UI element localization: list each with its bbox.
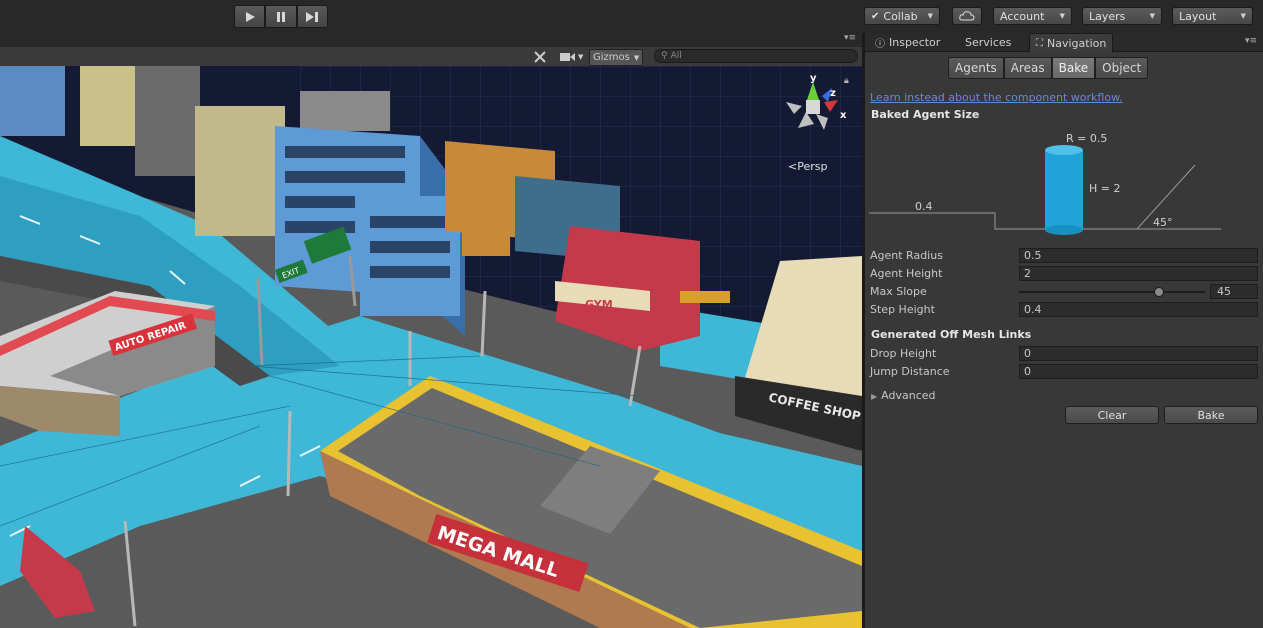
bake-button[interactable]: Bake xyxy=(1164,406,1258,424)
step-height-row: Step Height 0.4 xyxy=(870,302,1258,318)
baked-agent-size-heading: Baked Agent Size xyxy=(871,108,980,121)
agent-height-label: Agent Height xyxy=(870,267,943,280)
collab-label: Collab xyxy=(883,9,918,23)
persp-icon: < xyxy=(788,160,798,173)
agent-size-diagram: R = 0.5 H = 2 0.4 45° xyxy=(869,132,1221,235)
agent-radius-label: Agent Radius xyxy=(870,249,943,262)
panel-menu-icon[interactable]: ▾≡ xyxy=(844,33,856,43)
jump-distance-field[interactable]: 0 xyxy=(1019,364,1258,379)
axis-x-label: x xyxy=(840,110,847,121)
agent-height-field[interactable]: 2 xyxy=(1019,266,1258,281)
segment-agents[interactable]: Agents xyxy=(948,57,1004,79)
check-icon: ✔ xyxy=(871,10,880,22)
camera-icon[interactable] xyxy=(559,49,577,64)
segment-bake-label: Bake xyxy=(1058,61,1089,75)
chevron-down-icon: ▼ xyxy=(633,53,640,62)
max-slope-label: Max Slope xyxy=(870,285,927,298)
panel-menu-icon[interactable]: ▾≡ xyxy=(1245,36,1257,46)
height-label: H = 2 xyxy=(1089,182,1120,195)
chevron-down-icon: ▼ xyxy=(1149,12,1155,20)
tab-navigation-label: Navigation xyxy=(1047,36,1107,50)
scene-toolbar: ▼ Gizmos ▼ ⚲ All xyxy=(0,47,862,67)
chevron-right-icon: ▶ xyxy=(871,392,878,401)
tab-inspector[interactable]: ⓘ Inspector xyxy=(869,33,946,51)
step-label: 0.4 xyxy=(915,200,933,213)
persp-label: Persp xyxy=(797,160,828,173)
segment-areas-label: Areas xyxy=(1010,61,1045,75)
agent-radius-field[interactable]: 0.5 xyxy=(1019,248,1258,263)
offmesh-links-heading: Generated Off Mesh Links xyxy=(871,328,1032,341)
search-placeholder: All xyxy=(670,51,682,61)
scene-viewport[interactable]: GYM COFFEE SHOP AUTO REPAIR EXIT MEGA MA… xyxy=(0,66,862,628)
persp-toggle[interactable]: <Persp xyxy=(788,160,827,173)
chevron-down-icon: ▼ xyxy=(927,12,933,20)
gizmos-label: Gizmos xyxy=(593,52,630,63)
navigation-icon: ⛶ xyxy=(1036,37,1043,49)
max-slope-slider[interactable] xyxy=(1019,287,1205,297)
play-button[interactable] xyxy=(234,5,266,28)
drop-height-field[interactable]: 0 xyxy=(1019,346,1258,361)
segment-object-label: Object xyxy=(1102,61,1142,75)
segment-areas[interactable]: Areas xyxy=(1003,57,1052,79)
agent-radius-row: Agent Radius 0.5 xyxy=(870,248,1258,264)
main-toolbar: ✔ Collab ▼ Account ▼ Layers ▼ Layout ▼ xyxy=(0,0,1263,33)
info-icon: ⓘ xyxy=(875,38,885,50)
navigation-panel: Agents Areas Bake Object Learn instead a… xyxy=(865,52,1263,628)
gizmos-dropdown[interactable]: Gizmos ▼ xyxy=(589,49,644,66)
clear-button[interactable]: Clear xyxy=(1065,406,1159,424)
tab-inspector-label: Inspector xyxy=(889,35,941,49)
nav-mode-toolbar: Agents Areas Bake Object xyxy=(948,57,1149,79)
pause-icon xyxy=(276,11,285,22)
slider-thumb[interactable] xyxy=(1153,287,1164,297)
layers-dropdown[interactable]: Layers ▼ xyxy=(1082,7,1162,25)
radius-label: R = 0.5 xyxy=(1066,132,1107,145)
tools-icon[interactable] xyxy=(534,49,546,64)
scene-render: GYM COFFEE SHOP AUTO REPAIR EXIT MEGA MA… xyxy=(0,66,862,628)
scene-search-input[interactable]: ⚲ All xyxy=(654,49,858,63)
layout-dropdown[interactable]: Layout ▼ xyxy=(1172,7,1253,25)
cloud-icon xyxy=(959,11,975,21)
jump-distance-row: Jump Distance 0 xyxy=(870,364,1258,380)
axis-y-label: y xyxy=(810,73,817,84)
step-icon xyxy=(306,11,319,22)
chevron-down-icon: ▼ xyxy=(1240,12,1246,20)
chevron-down-icon: ▼ xyxy=(1059,12,1065,20)
playmode-controls xyxy=(234,5,328,28)
layers-label: Layers xyxy=(1089,9,1126,23)
slope-label: 45° xyxy=(1153,216,1173,229)
segment-object[interactable]: Object xyxy=(1095,57,1149,79)
gym-sign: GYM xyxy=(585,298,613,311)
account-label: Account xyxy=(1000,9,1045,23)
tab-services[interactable]: Services xyxy=(959,33,1017,51)
play-icon xyxy=(245,11,255,22)
max-slope-row: Max Slope 45 xyxy=(870,284,1258,300)
inspector-tab-strip: ⓘ Inspector Services ⛶ Navigation ▾≡ xyxy=(865,33,1263,52)
jump-distance-label: Jump Distance xyxy=(870,365,950,378)
drop-height-label: Drop Height xyxy=(870,347,937,360)
pause-button[interactable] xyxy=(265,5,297,28)
lock-icon[interactable]: 🔒︎ xyxy=(844,76,849,86)
axis-z-label: z xyxy=(830,88,836,99)
drop-height-row: Drop Height 0 xyxy=(870,346,1258,362)
layout-label: Layout xyxy=(1179,9,1217,23)
segment-agents-label: Agents xyxy=(955,61,997,75)
collab-dropdown[interactable]: ✔ Collab ▼ xyxy=(864,7,940,25)
tab-navigation[interactable]: ⛶ Navigation xyxy=(1029,33,1114,52)
scene-orientation-gizmo[interactable]: y z x xyxy=(780,72,848,142)
agent-height-row: Agent Height 2 xyxy=(870,266,1258,282)
max-slope-field[interactable]: 45 xyxy=(1210,284,1258,299)
advanced-label: Advanced xyxy=(881,389,936,402)
cloud-button[interactable] xyxy=(952,7,982,25)
chevron-down-icon[interactable]: ▼ xyxy=(578,49,583,64)
tab-services-label: Services xyxy=(965,35,1012,49)
segment-bake[interactable]: Bake xyxy=(1051,57,1096,79)
search-icon: ⚲ xyxy=(661,51,668,61)
component-workflow-link[interactable]: Learn instead about the component workfl… xyxy=(870,91,1123,104)
step-height-label: Step Height xyxy=(870,303,935,316)
advanced-foldout[interactable]: ▶ Advanced xyxy=(871,389,936,402)
step-height-field[interactable]: 0.4 xyxy=(1019,302,1258,317)
scene-tab-strip: ▾≡ xyxy=(0,33,862,47)
account-dropdown[interactable]: Account ▼ xyxy=(993,7,1072,25)
step-button[interactable] xyxy=(296,5,328,28)
